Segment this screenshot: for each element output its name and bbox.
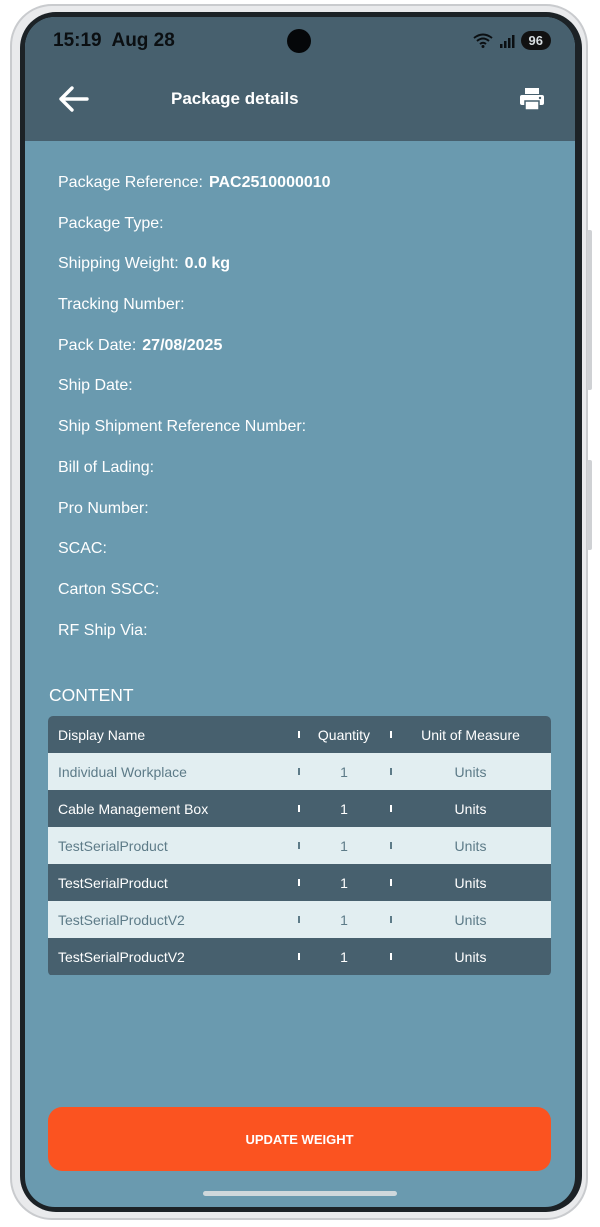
detail-package-type: Package Type: (58, 215, 331, 256)
detail-value: 0.0 kg (184, 255, 231, 273)
detail-shipping-weight: Shipping Weight: 0.0 kg (58, 255, 331, 296)
cell-unit: Units (454, 763, 487, 780)
power-button (587, 460, 592, 550)
detail-label: Ship Date: (58, 377, 133, 395)
detail-rf-ship-via: RF Ship Via: (58, 622, 331, 663)
cell-display-name: TestSerialProduct (58, 874, 168, 891)
detail-label: Carton SSCC: (58, 580, 160, 598)
package-details: Package Reference: PAC2510000010 Package … (58, 174, 331, 662)
cell-unit: Units (454, 874, 487, 891)
detail-label: Tracking Number: (58, 296, 185, 314)
cell-quantity: 1 (340, 837, 348, 854)
cell-quantity: 1 (340, 874, 348, 891)
column-display-name[interactable]: Display Name (58, 727, 145, 743)
table-header: Display Name Quantity Unit of Measure (48, 716, 551, 753)
battery-icon: 96 (520, 31, 551, 50)
detail-label: Package Type: (58, 214, 164, 232)
cell-unit: Units (454, 800, 487, 817)
cell-unit: Units (454, 911, 487, 928)
detail-label: RF Ship Via: (58, 621, 148, 639)
table-row[interactable]: TestSerialProductV2 1 Units (48, 938, 551, 975)
detail-label: Package Reference: (58, 174, 203, 191)
table-row[interactable]: TestSerialProduct 1 Units (48, 827, 551, 864)
cell-display-name: TestSerialProduct (58, 837, 168, 854)
column-quantity[interactable]: Quantity (298, 727, 390, 743)
volume-button (587, 230, 592, 390)
cell-quantity: 1 (340, 911, 348, 928)
detail-tracking-number: Tracking Number: (58, 296, 331, 337)
detail-label: Pro Number: (58, 499, 149, 517)
front-camera (287, 29, 311, 53)
wifi-icon (472, 33, 493, 48)
status-time: 15:19 Aug 28 (53, 30, 175, 52)
cell-display-name: TestSerialProductV2 (58, 911, 185, 928)
status-clock: 15:19 (53, 30, 102, 51)
cell-quantity: 1 (340, 948, 348, 965)
app-screen: 15:19 Aug 28 96 Package details Package … (25, 17, 575, 1207)
home-indicator[interactable] (203, 1191, 397, 1196)
app-bar: Package details (25, 57, 575, 141)
cell-unit: Units (454, 948, 487, 965)
detail-carton-sscc: Carton SSCC: (58, 581, 331, 622)
table-row[interactable]: Individual Workplace 1 Units (48, 753, 551, 790)
detail-label: Shipping Weight: (58, 255, 179, 273)
detail-scac: SCAC: (58, 540, 331, 581)
status-bar: 15:19 Aug 28 96 (25, 17, 575, 57)
detail-label: Ship Shipment Reference Number: (58, 418, 307, 436)
arrow-left-icon[interactable] (57, 85, 89, 113)
column-unit-of-measure[interactable]: Unit of Measure (390, 727, 551, 743)
detail-ship-date: Ship Date: (58, 377, 331, 418)
detail-value: PAC2510000010 (208, 174, 331, 191)
page-title: Package details (171, 89, 299, 108)
detail-pro-number: Pro Number: (58, 500, 331, 541)
detail-label: Bill of Lading: (58, 458, 155, 476)
cell-quantity: 1 (340, 763, 348, 780)
detail-label: Pack Date: (58, 336, 137, 354)
content-heading: CONTENT (49, 685, 134, 705)
status-icons: 96 (472, 31, 551, 50)
table-row[interactable]: TestSerialProduct 1 Units (48, 864, 551, 901)
update-weight-button[interactable]: UPDATE WEIGHT (48, 1107, 551, 1171)
detail-package-reference: Package Reference: PAC2510000010 (58, 174, 331, 215)
detail-label: SCAC: (58, 540, 107, 558)
cell-unit: Units (454, 837, 487, 854)
cell-display-name: Cable Management Box (58, 800, 209, 817)
table-row[interactable]: TestSerialProductV2 1 Units (48, 901, 551, 938)
status-date: Aug 28 (111, 30, 175, 51)
detail-bill-of-lading: Bill of Lading: (58, 459, 331, 500)
detail-ship-shipment-reference: Ship Shipment Reference Number: (58, 418, 331, 459)
detail-value: 27/08/2025 (142, 336, 223, 354)
printer-icon[interactable] (519, 87, 545, 111)
content-table: Display Name Quantity Unit of Measure In… (48, 716, 551, 976)
detail-pack-date: Pack Date: 27/08/2025 (58, 337, 331, 378)
table-row[interactable]: Cable Management Box 1 Units (48, 790, 551, 827)
cell-display-name: Individual Workplace (58, 763, 187, 780)
cell-display-name: TestSerialProductV2 (58, 948, 185, 965)
signal-icon (499, 34, 515, 48)
cell-quantity: 1 (340, 800, 348, 817)
